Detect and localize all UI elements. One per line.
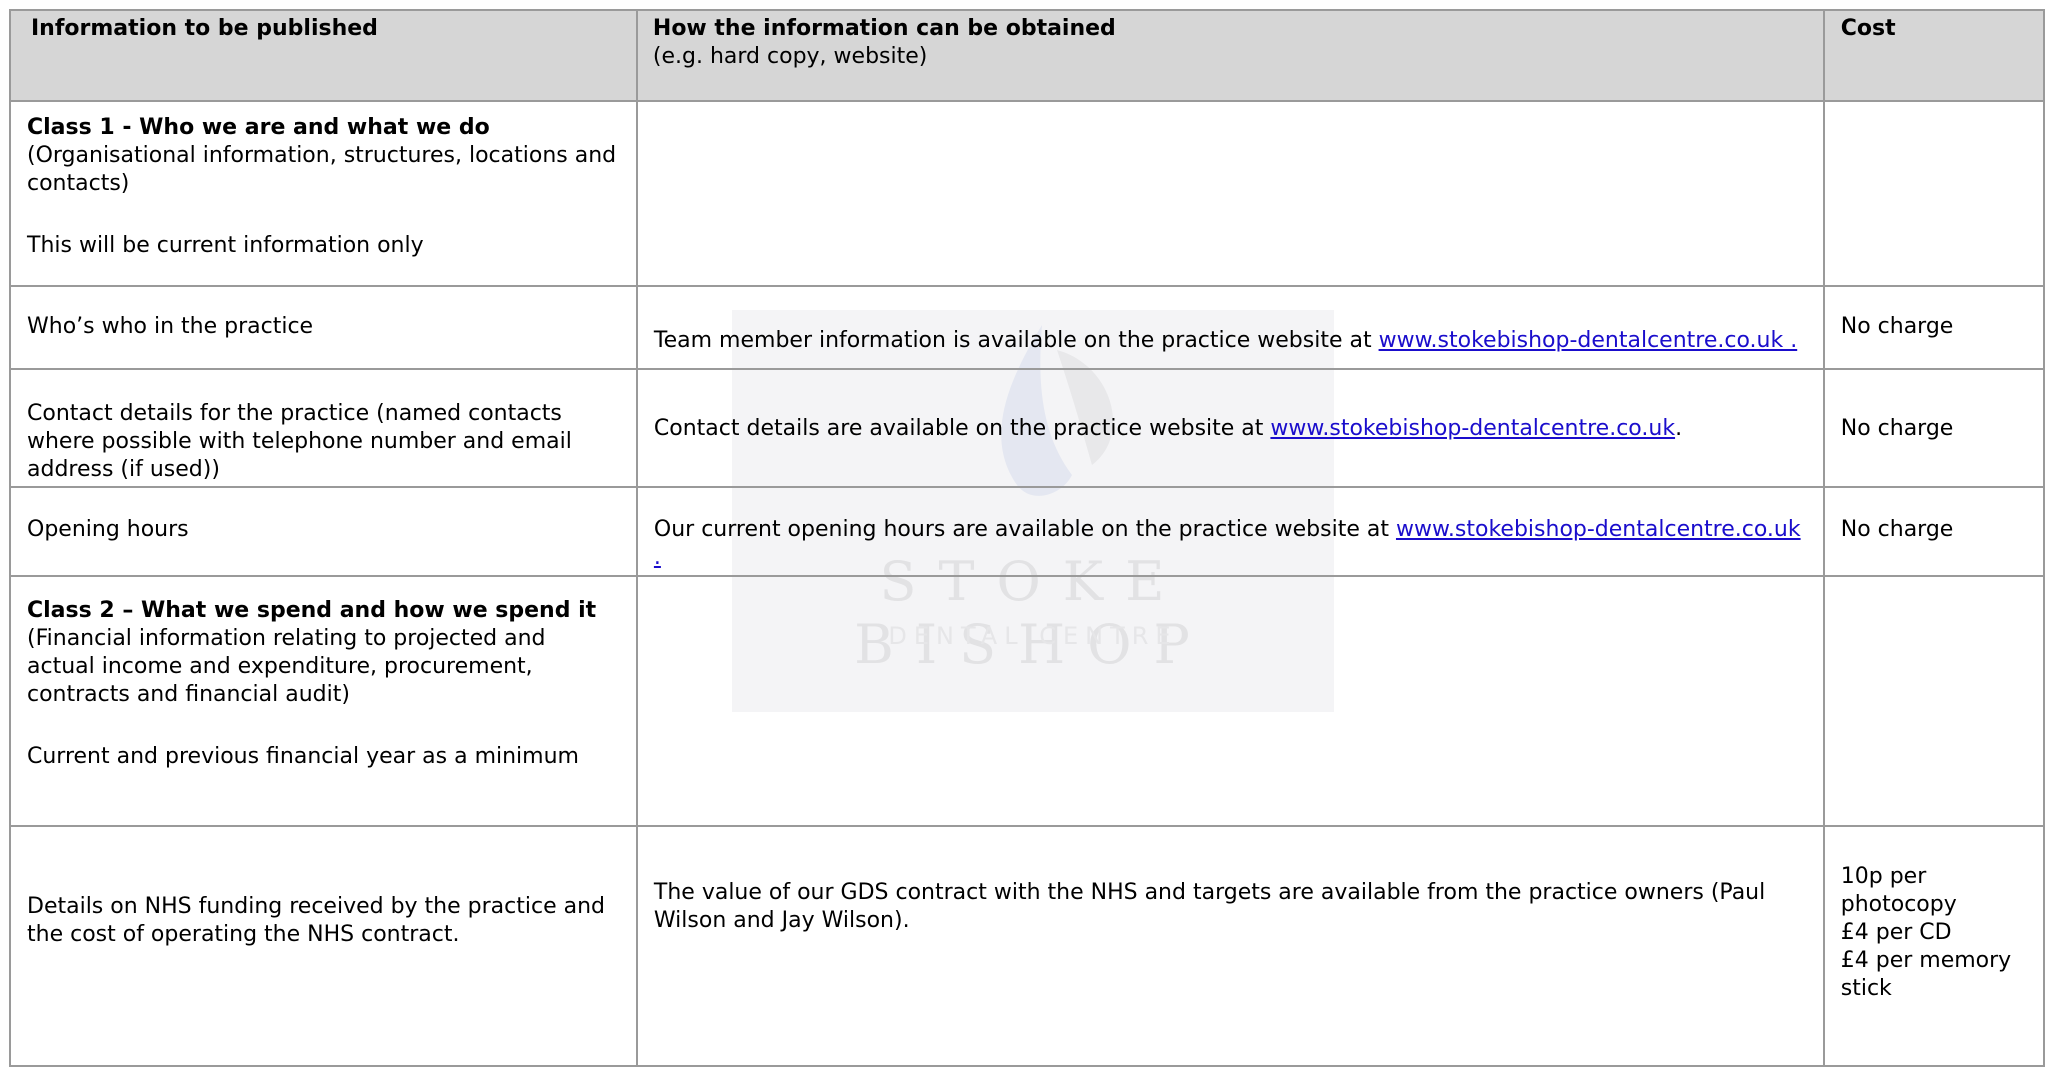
- header-how-subtitle: (e.g. hard copy, website): [652, 44, 928, 69]
- class2-cell: Class 2 – What we spend and how we spend…: [9, 575, 638, 827]
- class1-row: Class 1 - Who we are and what we do (Org…: [9, 100, 2045, 287]
- hours-info: Opening hours: [27, 517, 189, 542]
- class1-note: This will be current information only: [27, 233, 424, 258]
- contact-how-suffix: .: [1675, 416, 1683, 441]
- class1-description: (Organisational information, structures,…: [27, 143, 617, 196]
- class2-note: Current and previous financial year as a…: [27, 744, 579, 769]
- table-row: Who’s who in the practice Team member in…: [9, 285, 2045, 370]
- whos-who-cost-cell: No charge: [1822, 285, 2045, 370]
- contact-cost: No charge: [1840, 416, 1954, 441]
- class2-cost-empty: [1822, 575, 2045, 827]
- whos-who-cost: No charge: [1840, 314, 1954, 339]
- class1-how-empty: [635, 100, 1825, 287]
- table-row: Details on NHS funding received by the p…: [9, 825, 2045, 1067]
- hours-cost-cell: No charge: [1822, 486, 2045, 577]
- header-row: Information to be published How the info…: [9, 9, 2045, 102]
- class1-title: Class 1 - Who we are and what we do: [27, 115, 490, 140]
- nhs-cost-memory-stick: £4 per memory stick: [1840, 948, 2012, 1001]
- nhs-how-cell: The value of our GDS contract with the N…: [635, 825, 1825, 1067]
- whos-who-info: Who’s who in the practice: [27, 314, 314, 339]
- nhs-cost-cell: 10p per photocopy £4 per CD £4 per memor…: [1822, 825, 2045, 1067]
- header-how: How the information can be obtained (e.g…: [635, 9, 1825, 102]
- website-link[interactable]: www.stokebishop-dentalcentre.co.uk: [1270, 416, 1675, 441]
- contact-how-cell: Contact details are available on the pra…: [635, 368, 1825, 488]
- class2-title: Class 2 – What we spend and how we spend…: [27, 598, 597, 623]
- hours-cost: No charge: [1840, 517, 1954, 542]
- class2-how-empty: [635, 575, 1825, 827]
- contact-cost-cell: No charge: [1822, 368, 2045, 488]
- nhs-how: The value of our GDS contract with the N…: [653, 880, 1766, 933]
- contact-info: Contact details for the practice (named …: [27, 401, 572, 482]
- whos-who-info-cell: Who’s who in the practice: [9, 285, 638, 370]
- header-info: Information to be published: [9, 9, 638, 102]
- header-cost-label: Cost: [1840, 16, 1896, 41]
- header-how-title: How the information can be obtained: [652, 16, 1116, 41]
- table-row: Opening hours Our current opening hours …: [9, 486, 2045, 577]
- hours-how-text: Our current opening hours are available …: [653, 517, 1396, 542]
- contact-info-cell: Contact details for the practice (named …: [9, 368, 638, 488]
- whos-who-how-text: Team member information is available on …: [653, 328, 1379, 353]
- hours-info-cell: Opening hours: [9, 486, 638, 577]
- nhs-info: Details on NHS funding received by the p…: [27, 894, 605, 947]
- class1-cell: Class 1 - Who we are and what we do (Org…: [9, 100, 638, 287]
- publication-scheme-table: Information to be published How the info…: [9, 9, 2045, 1067]
- hours-how-cell: Our current opening hours are available …: [635, 486, 1825, 577]
- class2-description: (Financial information relating to proje…: [27, 626, 546, 707]
- nhs-cost-cd: £4 per CD: [1840, 920, 1952, 945]
- table-row: Contact details for the practice (named …: [9, 368, 2045, 488]
- header-cost: Cost: [1822, 9, 2045, 102]
- nhs-cost-photocopy: 10p per photocopy: [1840, 864, 1957, 917]
- class1-cost-empty: [1822, 100, 2045, 287]
- header-info-label: Information to be published: [31, 16, 378, 41]
- whos-who-how-cell: Team member information is available on …: [635, 285, 1825, 370]
- nhs-info-cell: Details on NHS funding received by the p…: [9, 825, 638, 1067]
- website-link[interactable]: www.stokebishop-dentalcentre.co.uk .: [1379, 328, 1798, 353]
- contact-how-text: Contact details are available on the pra…: [653, 416, 1271, 441]
- class2-row: Class 2 – What we spend and how we spend…: [9, 575, 2045, 827]
